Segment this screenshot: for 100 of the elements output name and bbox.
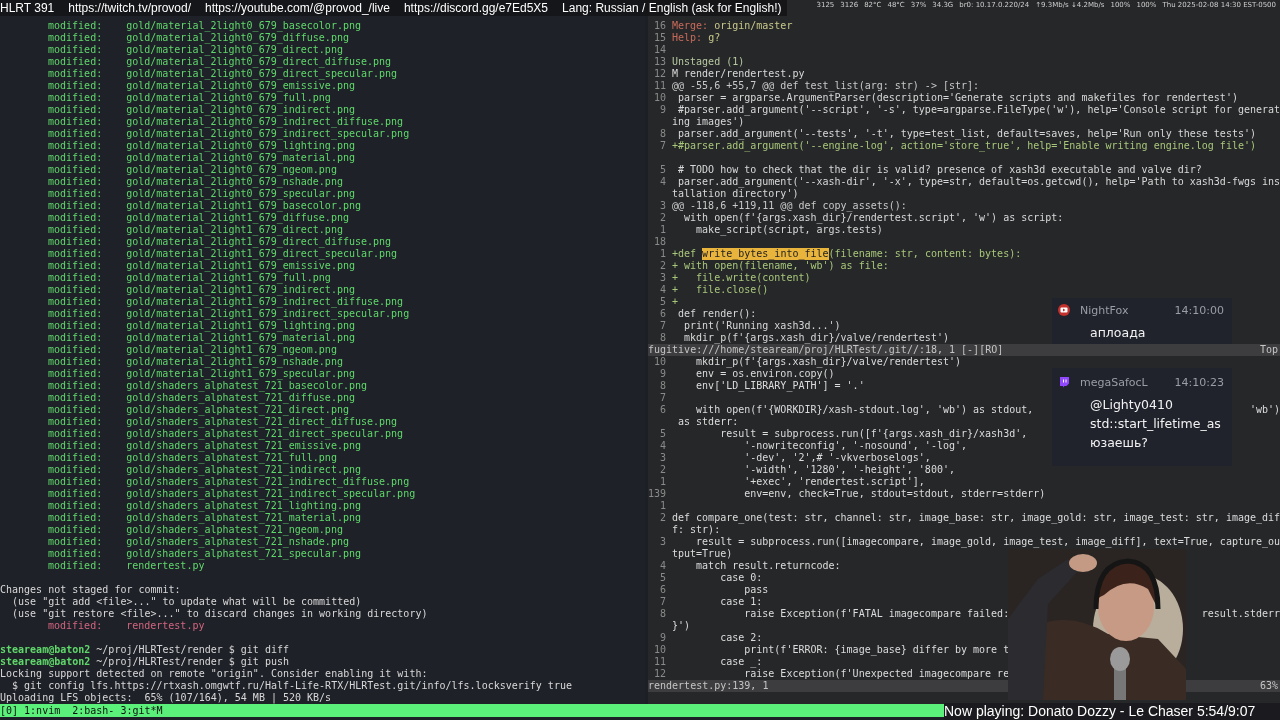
prompt-user: steaream@baton2 [0,644,91,656]
status-label: modified: [48,260,103,272]
stream-banner: HLRT 391 https://twitch.tv/provod/ https://youtube.com/@provod_/live https://discord.gg/e7Ed5X5 Lang: Russian / English (ask for English!) [0,0,788,16]
code-text: with open(f'{args.xash_dir}/rendertest.script', 'w') as script: [683,212,1064,224]
line-number: 5 [659,572,666,583]
code-text: + with open(filename, 'wb') as file: [672,260,889,272]
status-label: modified: [48,404,103,416]
line-number: 1 [659,500,666,511]
line-number: 139 [648,488,667,499]
file-path: gold/shaders_alphatest_721_indirect.png [126,464,361,476]
code-text: (filename: str, content: bytes): [828,248,1022,260]
file-path: gold/shaders_alphatest_721_lighting.png [126,500,361,512]
status-label: modified: [48,536,103,548]
code-text: Unstaged (1) [672,56,745,68]
code-text: raise Exception(f'Unexpected imagecompare re [743,668,1010,680]
file-path: gold/material_2light1_679_ngeom.png [126,344,337,356]
code-text: as stderr: [677,416,739,428]
file-path: gold/shaders_alphatest_721_full.png [126,452,337,464]
status-label: modified: [48,428,103,440]
line-number: 8 [659,332,666,343]
terminal-line: $ git config lfs.https://rtxash.omgwtf.ru/Half-Life-RTX/HLRTest.git/info/lfs.locksverify true [11,680,572,692]
code-text: result = subprocess.run([imagecompare, image_gold, image_test, image_diff], text=True, capture_ou [695,536,1280,548]
code-text: case 0: [719,572,763,584]
line-number: 4 [659,176,666,187]
line-number: 4 [659,284,666,295]
file-path: gold/material_2light0_679_direct_specular.png [126,68,398,80]
file-path: gold/shaders_alphatest_721_direct_specular.png [126,428,404,440]
line-number: 15 [653,32,666,43]
code-text: case 1: [719,596,763,608]
file-path: gold/shaders_alphatest_721_ngeom.png [126,524,343,536]
code-text: @@ -118,6 +119,11 @@ def copy_assets(): [672,200,907,212]
code-text: + [672,296,679,308]
line-number: 4 [659,560,666,571]
status-label: modified: [48,32,103,44]
line-number: 6 [659,308,666,319]
play-icon [1058,304,1070,316]
file-path: gold/material_2light0_679_indirect.png [126,104,355,116]
code-text: tput=True) [672,548,733,560]
file-path: gold/shaders_alphatest_721_direct.png [126,404,349,416]
code-text: ing images') [672,116,745,128]
code-text: '+exec', 'rendertest.script'], [743,476,925,488]
code-text: @@ -55,6 +55,7 @@ def test_list(arg: str) -> [str]: [672,80,980,92]
line-number: 8 [659,128,666,139]
file-path: gold/material_2light0_679_lighting.png [126,140,355,152]
status-label: modified: [48,200,103,212]
code-text: tallation directory') [672,188,799,200]
file-path: rendertest.py [126,620,205,632]
file-path: gold/shaders_alphatest_721_emissive.png [126,440,361,452]
line-number: 1 [659,248,666,259]
line-number: 10 [653,644,666,655]
code-text: mkdir_p(f'{args.xash_dir}/valve/rendertest') [683,332,949,344]
status-label: modified: [48,176,103,188]
file-path: gold/material_2light1_679_specular.png [126,368,355,380]
status-label: modified: [48,368,103,380]
terminal-line: Changes not staged for commit: [0,584,181,596]
line-number: 10 [653,92,666,103]
code-text: case 2: [719,632,763,644]
file-path: gold/material_2light0_679_ngeom.png [126,164,337,176]
now-playing: Now playing: Donato Dozzy - Le Chaser 5:54/9:07 [944,703,1280,720]
line-number: 14 [653,44,666,55]
status-label: modified: [48,332,103,344]
line-number: 1 [659,476,666,487]
status-label: modified: [48,20,103,32]
status-label: modified: [48,212,103,224]
line-number: 9 [659,104,666,115]
code-text: '-nowriteconfig', '-nosound', '-log', [743,440,967,452]
status-label: modified: [48,548,103,560]
code-text: match result.returncode: [695,560,841,572]
code-text: f: str): [672,524,721,536]
line-number: 7 [659,320,666,331]
line-number: 6 [659,404,666,415]
status-label: modified: [48,236,103,248]
file-path: gold/material_2light1_679_direct.png [126,224,343,236]
chat-message: megaSafocL 14:10:23 @Lighty0410 std::start_lifetime_as юзаешь? [1052,368,1232,466]
line-number: 10 [653,356,666,367]
file-path: gold/shaders_alphatest_721_diffuse.png [126,392,355,404]
status-label: modified: [48,560,103,572]
status-label: modified: [48,44,103,56]
line-number: 7 [659,596,666,607]
file-path: gold/shaders_alphatest_721_nshade.png [126,536,349,548]
file-path: gold/shaders_alphatest_721_direct_diffuse.png [126,416,398,428]
status-label: modified: [48,512,103,524]
file-path: gold/material_2light1_679_full.png [126,272,331,284]
line-number: 6 [659,584,666,595]
status-label: modified: [48,248,103,260]
status-label: modified: [48,140,103,152]
code-text: env['LD_LIBRARY_PATH'] = '.' [695,380,865,392]
status-label: modified: [48,296,103,308]
file-path: rendertest.py [126,560,205,572]
file-path: gold/shaders_alphatest_721_material.png [126,512,361,524]
status-label: modified: [48,344,103,356]
file-path: gold/material_2light1_679_indirect.png [126,284,355,296]
status-label: modified: [48,104,103,116]
status-label: modified: [48,272,103,284]
file-path: gold/material_2light0_679_direct.png [126,44,343,56]
status-label: modified: [48,116,103,128]
status-label: modified: [48,164,103,176]
code-text: print('Running xash3d...') [683,320,841,332]
header-value: origin/master [713,20,793,32]
line-number: 13 [653,56,666,67]
